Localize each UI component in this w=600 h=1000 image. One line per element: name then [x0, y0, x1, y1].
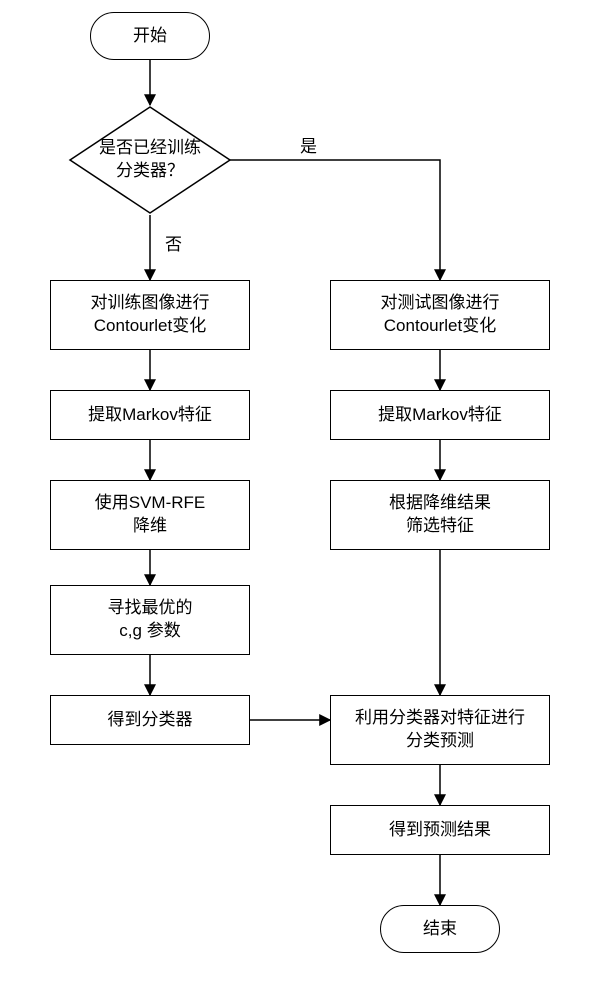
- left-step-svmrfe: 使用SVM-RFE 降维: [50, 480, 250, 550]
- flowchart-canvas: 开始 是否已经训练 分类器？ 是 否 对训练图像进行 Contourlet变化 …: [0, 0, 600, 1000]
- right-step-contourlet: 对测试图像进行 Contourlet变化: [330, 280, 550, 350]
- left-step-4-text: 寻找最优的 c,g 参数: [108, 597, 193, 643]
- right-step-4-text: 利用分类器对特征进行 分类预测: [355, 707, 525, 753]
- left-step-1-text: 对训练图像进行 Contourlet变化: [91, 292, 210, 338]
- left-step-2-text: 提取Markov特征: [88, 404, 212, 427]
- start-terminator: 开始: [90, 12, 210, 60]
- right-step-5-text: 得到预测结果: [389, 819, 491, 842]
- right-step-3-text: 根据降维结果 筛选特征: [389, 492, 491, 538]
- right-step-markov: 提取Markov特征: [330, 390, 550, 440]
- decision-node: 是否已经训练 分类器？: [68, 105, 232, 215]
- left-step-contourlet: 对训练图像进行 Contourlet变化: [50, 280, 250, 350]
- left-step-classifier: 得到分类器: [50, 695, 250, 745]
- branch-yes-label: 是: [300, 132, 317, 157]
- left-step-5-text: 得到分类器: [108, 709, 193, 732]
- end-label: 结束: [423, 918, 457, 941]
- right-step-filter: 根据降维结果 筛选特征: [330, 480, 550, 550]
- right-step-predict: 利用分类器对特征进行 分类预测: [330, 695, 550, 765]
- end-terminator: 结束: [380, 905, 500, 953]
- right-step-2-text: 提取Markov特征: [378, 404, 502, 427]
- right-step-1-text: 对测试图像进行 Contourlet变化: [381, 292, 500, 338]
- left-step-markov: 提取Markov特征: [50, 390, 250, 440]
- branch-no-label: 否: [165, 230, 182, 255]
- left-step-params: 寻找最优的 c,g 参数: [50, 585, 250, 655]
- right-step-result: 得到预测结果: [330, 805, 550, 855]
- left-step-3-text: 使用SVM-RFE 降维: [95, 492, 206, 538]
- start-label: 开始: [133, 25, 167, 48]
- decision-text: 是否已经训练 分类器？: [99, 137, 201, 183]
